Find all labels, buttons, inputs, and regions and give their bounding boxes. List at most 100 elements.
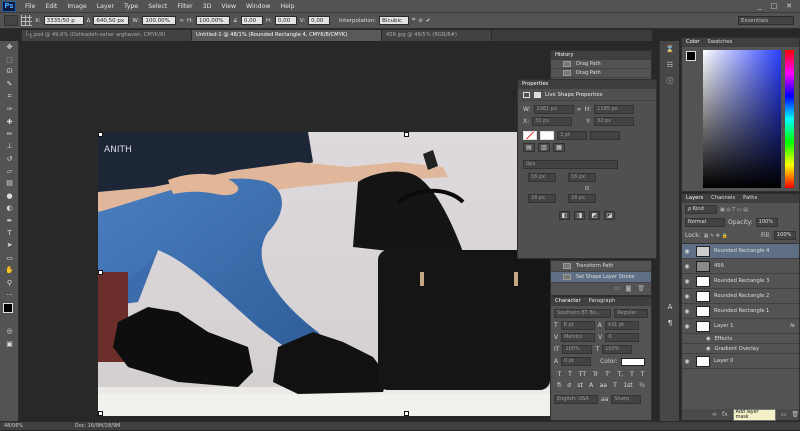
menu-layer[interactable]: Layer xyxy=(92,3,119,10)
trash-icon[interactable]: 🗑 xyxy=(637,285,645,292)
vertical-scale-field[interactable]: 100% xyxy=(562,345,593,354)
strikethrough-button[interactable]: T xyxy=(641,371,645,378)
tab-document-2[interactable]: Untitled-1 @ 48/1% (Rounded Rectangle 4,… xyxy=(192,30,382,41)
new-layer-icon[interactable]: ▭ xyxy=(781,411,787,418)
menu-view[interactable]: View xyxy=(216,3,241,10)
subscript-button[interactable]: T, xyxy=(618,371,624,378)
faux-italic-button[interactable]: T xyxy=(568,371,572,378)
tab-document-1[interactable]: ع-آ.psd @ 49,6% (Dshkadeh-sahar arghavan… xyxy=(22,30,192,41)
angle-field[interactable]: 0,00 xyxy=(240,16,263,25)
layer-row-layer-0[interactable]: ◉ Layer 0 xyxy=(682,354,799,369)
stroke-type-icon[interactable] xyxy=(590,131,620,140)
gradient-tool-icon[interactable]: ▤ xyxy=(0,177,19,189)
corner-radius-field[interactable]: 0px xyxy=(523,160,618,169)
menu-select[interactable]: Select xyxy=(143,3,172,10)
radius-br-field[interactable]: 16 px xyxy=(568,194,596,203)
layer-kind-filter[interactable]: ρ Kind xyxy=(685,205,717,214)
small-caps-button[interactable]: Tr xyxy=(593,371,598,378)
swash-button[interactable]: st xyxy=(577,382,582,389)
shape-tool-icon[interactable]: ▭ xyxy=(0,252,19,264)
horizontal-scale-field[interactable]: 100% xyxy=(602,345,633,354)
workspace-select[interactable]: Essentials xyxy=(738,16,794,25)
healing-tool-icon[interactable]: ✚ xyxy=(0,115,19,127)
history-item-active[interactable]: Set Shape Layer Stroke xyxy=(551,272,651,283)
tab-document-3[interactable]: 456.jpg @ 49/5% (RGB/8#) xyxy=(382,30,492,41)
color-foreground-swatch[interactable] xyxy=(686,51,696,61)
eye-icon[interactable]: ◉ xyxy=(682,248,692,255)
eye-icon[interactable]: ◉ xyxy=(682,278,692,285)
superscript-button[interactable]: T' xyxy=(605,371,610,378)
history-item[interactable]: Transform Path xyxy=(551,261,651,272)
quick-mask-icon[interactable]: ◎ xyxy=(0,325,19,337)
warp-icon[interactable]: ⌗ xyxy=(412,17,415,24)
transform-handle-tm[interactable] xyxy=(404,132,409,137)
radius-tl-field[interactable]: 16 px xyxy=(528,173,556,182)
history-item[interactable]: Drag Path xyxy=(551,69,651,78)
baseline-field[interactable]: 0 pt xyxy=(561,357,592,366)
titling-button[interactable]: aa xyxy=(600,382,607,389)
path-select-tool-icon[interactable]: ➤ xyxy=(0,239,19,251)
menu-help[interactable]: Help xyxy=(275,3,299,10)
hand-tool-icon[interactable]: ✋ xyxy=(0,264,19,276)
w-field[interactable]: 100,00% xyxy=(142,16,177,25)
more-tools-icon[interactable]: ··· xyxy=(0,289,19,301)
blend-mode-select[interactable]: Normal xyxy=(685,218,725,227)
history-brush-tool-icon[interactable]: ↺ xyxy=(0,153,19,165)
tab-character[interactable]: Character xyxy=(555,297,581,306)
discretionary-ligature-button[interactable]: ơ xyxy=(567,382,571,389)
marquee-tool-icon[interactable]: ⬚ xyxy=(0,53,19,65)
interpolation-select[interactable]: Bicubic xyxy=(379,16,410,25)
link-dimensions-icon[interactable]: ∞ xyxy=(577,106,582,113)
blur-tool-icon[interactable]: ● xyxy=(0,190,19,202)
tab-paragraph[interactable]: Paragraph xyxy=(589,297,616,306)
history-item[interactable]: Drag Path xyxy=(551,60,651,69)
path-combine-icon[interactable]: ◧ xyxy=(559,211,570,220)
layer-row-rounded-rectangle-4[interactable]: ◉ Rounded Rectangle 4 xyxy=(682,244,799,259)
menu-image[interactable]: Image xyxy=(62,3,91,10)
hskew-field[interactable]: 0,00 xyxy=(274,16,297,25)
path-subtract-icon[interactable]: ◨ xyxy=(574,211,585,220)
reference-point-icon[interactable] xyxy=(21,15,32,26)
opacity-field[interactable]: 100% xyxy=(755,218,778,227)
hue-slider[interactable] xyxy=(785,50,794,188)
tab-paths[interactable]: Paths xyxy=(743,194,757,203)
layer-effect-gradient-overlay[interactable]: ◉ Gradient Overlay xyxy=(682,344,799,354)
eye-icon[interactable]: ◉ xyxy=(682,308,692,315)
font-family-select[interactable]: Southern BT Bo... xyxy=(554,309,612,318)
menu-window[interactable]: Window xyxy=(241,3,275,10)
clone-stamp-tool-icon[interactable]: ⊥ xyxy=(0,140,19,152)
color-swatches[interactable] xyxy=(0,301,18,325)
stylistic-alternates-button[interactable]: A xyxy=(589,382,593,389)
ornaments-button[interactable]: T xyxy=(613,382,617,389)
pen-tool-icon[interactable]: ✒ xyxy=(0,214,19,226)
kerning-field[interactable]: Metrics xyxy=(561,333,596,342)
ordinals-button[interactable]: 1st xyxy=(623,382,632,389)
filter-icons[interactable]: ▣ ◎ T ▭ ▤ xyxy=(720,207,748,213)
lasso-tool-icon[interactable]: ᘏ xyxy=(0,66,19,78)
move-tool-icon[interactable]: ✥ xyxy=(0,41,19,53)
snapshot-icon[interactable]: ◙ xyxy=(626,285,632,292)
commit-transform-icon[interactable]: ✔ xyxy=(426,18,431,24)
font-style-select[interactable]: Regular xyxy=(614,309,648,318)
tab-color[interactable]: Color xyxy=(686,38,700,47)
menu-file[interactable]: File xyxy=(20,3,40,10)
tab-layers[interactable]: Layers xyxy=(686,194,703,203)
layer-row-456[interactable]: ◉ 456 xyxy=(682,259,799,274)
zoom-level[interactable]: 48/06% xyxy=(4,423,23,429)
transform-handle-tl[interactable] xyxy=(98,132,103,137)
eraser-tool-icon[interactable]: ▱ xyxy=(0,165,19,177)
fill-none-icon[interactable] xyxy=(523,131,537,140)
menu-filter[interactable]: Filter xyxy=(172,3,197,10)
x-field[interactable]: 3335/50 p xyxy=(43,16,84,25)
canvas-photo[interactable]: ANITH xyxy=(98,132,550,416)
y-field[interactable]: 32 px xyxy=(594,117,635,126)
eye-icon[interactable]: ◉ xyxy=(682,293,692,300)
foreground-color[interactable] xyxy=(3,303,13,314)
caps-icon[interactable]: ▥ xyxy=(538,143,550,152)
minimize-button[interactable]: _ xyxy=(758,2,762,10)
width-field[interactable]: 2361 px xyxy=(533,105,574,114)
transform-handle-bl[interactable] xyxy=(98,411,103,416)
link-radii-icon[interactable]: ⊙ xyxy=(518,182,656,192)
cancel-transform-icon[interactable]: ⊘ xyxy=(418,18,423,24)
screen-mode-icon[interactable]: ▣ xyxy=(0,338,19,350)
